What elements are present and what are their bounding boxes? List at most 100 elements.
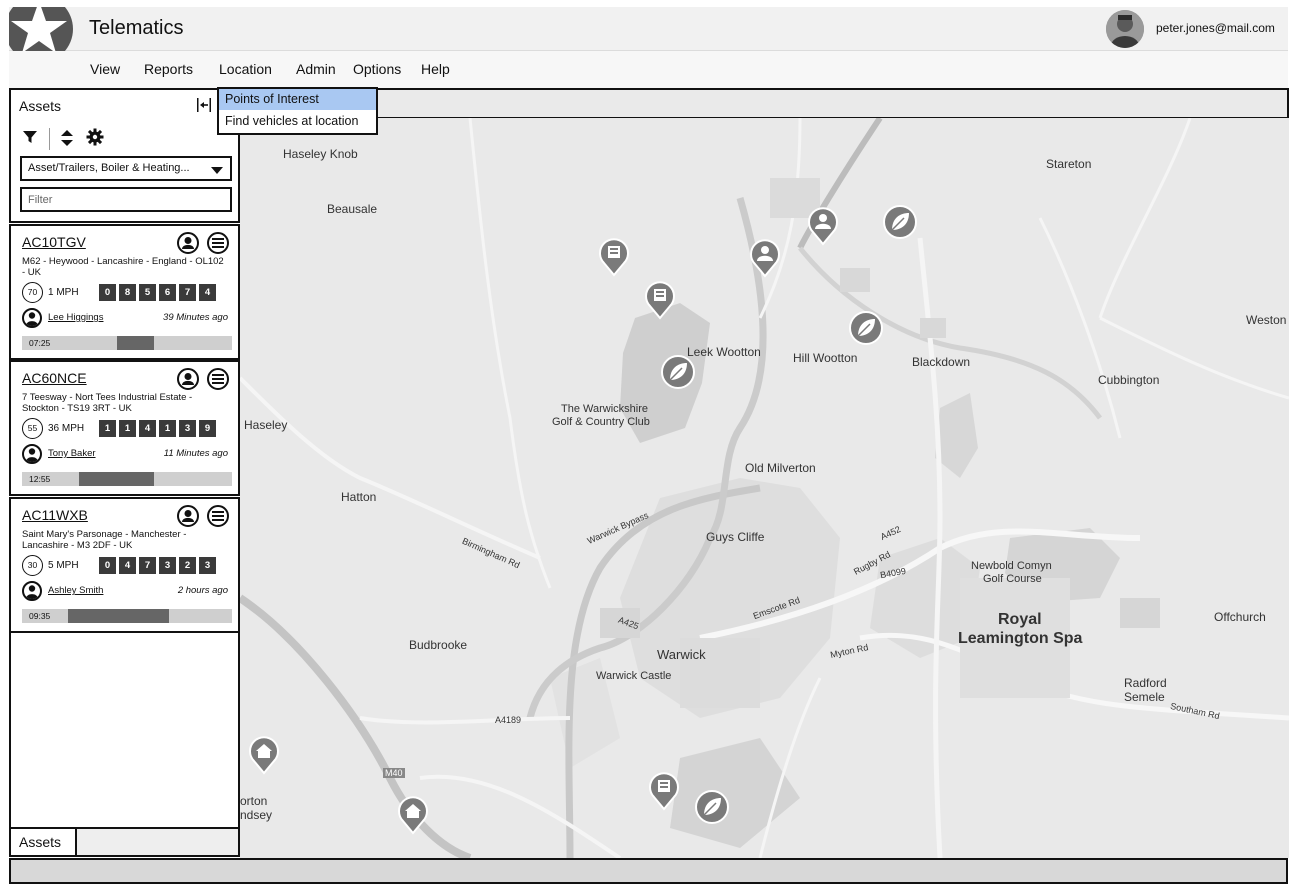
map-marker[interactable] xyxy=(597,237,631,282)
asset-card[interactable]: AC10TGV M62 - Heywood - Lancashire - Engl… xyxy=(9,224,240,360)
asset-registration[interactable]: AC10TGV xyxy=(22,234,86,250)
menu-admin[interactable]: Admin xyxy=(296,61,336,77)
map-marker[interactable] xyxy=(396,795,430,840)
leaf-icon xyxy=(661,355,695,389)
odometer-digit: 8 xyxy=(119,284,136,301)
app-title: Telematics xyxy=(89,17,184,39)
app-header: Telematics peter.jones@mail.com xyxy=(9,7,1288,51)
driver-profile-icon[interactable] xyxy=(177,368,199,390)
activity-timebar-fill xyxy=(116,336,155,350)
map-label: Warwick xyxy=(657,647,706,662)
menu-icon[interactable] xyxy=(207,368,229,390)
map-label: Semele xyxy=(1124,690,1165,704)
driver-profile-icon[interactable] xyxy=(177,232,199,254)
building-icon xyxy=(649,772,679,811)
leaf-icon xyxy=(849,311,883,345)
asset-group-select[interactable]: Asset/Trailers, Boiler & Heating... xyxy=(20,156,232,181)
user-email[interactable]: peter.jones@mail.com xyxy=(1156,21,1275,35)
tab-assets[interactable]: Assets xyxy=(11,829,77,855)
app-logo[interactable] xyxy=(9,7,73,51)
activity-time-label: 12:55 xyxy=(29,474,51,484)
map-label: A4189 xyxy=(495,715,522,725)
asset-registration[interactable]: AC11WXB xyxy=(22,507,88,523)
filter-input[interactable] xyxy=(20,187,232,212)
user-avatar[interactable] xyxy=(1106,10,1144,48)
last-seen-time: 11 Minutes ago xyxy=(163,448,228,459)
asset-card[interactable]: AC11WXB Saint Mary's Parsonage - Manchest… xyxy=(9,497,240,633)
map-marker[interactable] xyxy=(882,204,918,245)
map-view[interactable]: Haseley Knob Beausale Stareton Leek Woot… xyxy=(240,118,1289,858)
map-marker[interactable] xyxy=(660,354,696,395)
menu-icon[interactable] xyxy=(207,232,229,254)
map-label: Haseley Knob xyxy=(283,147,358,161)
map-label: Golf & Country Club xyxy=(552,416,650,428)
user-avatar-icon xyxy=(1106,10,1144,48)
asset-registration[interactable]: AC60NCE xyxy=(22,370,87,386)
odometer-digit: 1 xyxy=(119,420,136,437)
map-marker[interactable] xyxy=(848,310,884,351)
map-label: Cubbington xyxy=(1098,373,1160,387)
odometer-digit: 5 xyxy=(139,284,156,301)
map-marker[interactable] xyxy=(647,771,681,816)
map-label: Beausale xyxy=(327,202,378,216)
map-label: Radford xyxy=(1124,676,1167,690)
activity-timebar[interactable]: 07:25 xyxy=(22,336,232,350)
activity-timebar-fill xyxy=(78,472,155,486)
activity-time-label: 07:25 xyxy=(29,338,51,348)
map-marker[interactable] xyxy=(806,206,840,251)
asset-card[interactable]: AC60NCE 7 Teesway - Nort Tees Industrial … xyxy=(9,360,240,496)
odometer-digit: 1 xyxy=(159,420,176,437)
menu-options[interactable]: Options xyxy=(353,61,401,77)
odometer-digit: 2 xyxy=(179,557,196,574)
assets-tab-bar: Assets xyxy=(9,827,240,857)
map-marker[interactable] xyxy=(694,789,730,830)
menu-help[interactable]: Help xyxy=(421,61,450,77)
driver-profile-icon[interactable] xyxy=(177,505,199,527)
activity-timebar[interactable]: 09:35 xyxy=(22,609,232,623)
asset-address: Saint Mary's Parsonage - Manchester - La… xyxy=(22,529,187,551)
map-base xyxy=(240,118,1289,858)
collapse-panel-icon[interactable] xyxy=(197,97,211,113)
menu-icon[interactable] xyxy=(207,505,229,527)
last-seen-time: 39 Minutes ago xyxy=(163,312,228,323)
map-label: M40 xyxy=(383,768,405,778)
menu-reports[interactable]: Reports xyxy=(144,61,193,77)
driver-name-link[interactable]: Ashley Smith xyxy=(48,585,103,596)
map-marker[interactable] xyxy=(748,238,782,283)
gear-icon[interactable] xyxy=(86,128,104,151)
driver-avatar-icon xyxy=(22,581,42,601)
location-dropdown-menu: Points of Interest Find vehicles at loca… xyxy=(217,87,378,135)
driver-avatar-icon xyxy=(22,444,42,464)
map-marker[interactable] xyxy=(247,735,281,780)
menu-item-points-of-interest[interactable]: Points of Interest xyxy=(219,89,376,110)
toolbar-divider xyxy=(49,128,50,150)
sort-icon[interactable] xyxy=(61,130,73,151)
driver-name-link[interactable]: Lee Higgings xyxy=(48,312,103,323)
odometer: 085674 xyxy=(99,284,216,301)
map-label: Leamington Spa xyxy=(958,630,1083,647)
map-label: Hill Wootton xyxy=(793,351,858,365)
driver-name-link[interactable]: Tony Baker xyxy=(48,448,96,459)
status-bar xyxy=(9,858,1288,884)
menu-location[interactable]: Location xyxy=(219,61,272,77)
map-label: Stareton xyxy=(1046,157,1092,171)
speed-limit-badge: 70 xyxy=(22,282,43,303)
chevron-down-icon xyxy=(211,167,223,174)
odometer-digit: 1 xyxy=(99,420,116,437)
home-icon xyxy=(398,796,428,835)
map-label: Newbold Comyn xyxy=(971,560,1052,572)
map-label: ndsey xyxy=(240,808,273,822)
map-marker[interactable] xyxy=(643,280,677,325)
odometer-digit: 0 xyxy=(99,284,116,301)
odometer-digit: 9 xyxy=(199,420,216,437)
map-label: Weston xyxy=(1246,313,1287,327)
last-seen-time: 2 hours ago xyxy=(177,585,228,596)
map-label: Offchurch xyxy=(1214,610,1266,624)
current-speed: 36 MPH xyxy=(48,423,85,434)
menu-item-find-vehicles[interactable]: Find vehicles at location xyxy=(219,111,376,132)
filter-icon[interactable] xyxy=(23,130,37,149)
menu-view[interactable]: View xyxy=(90,61,120,77)
leaf-icon xyxy=(883,205,917,239)
activity-timebar[interactable]: 12:55 xyxy=(22,472,232,486)
map-label: Old Milverton xyxy=(745,461,816,475)
